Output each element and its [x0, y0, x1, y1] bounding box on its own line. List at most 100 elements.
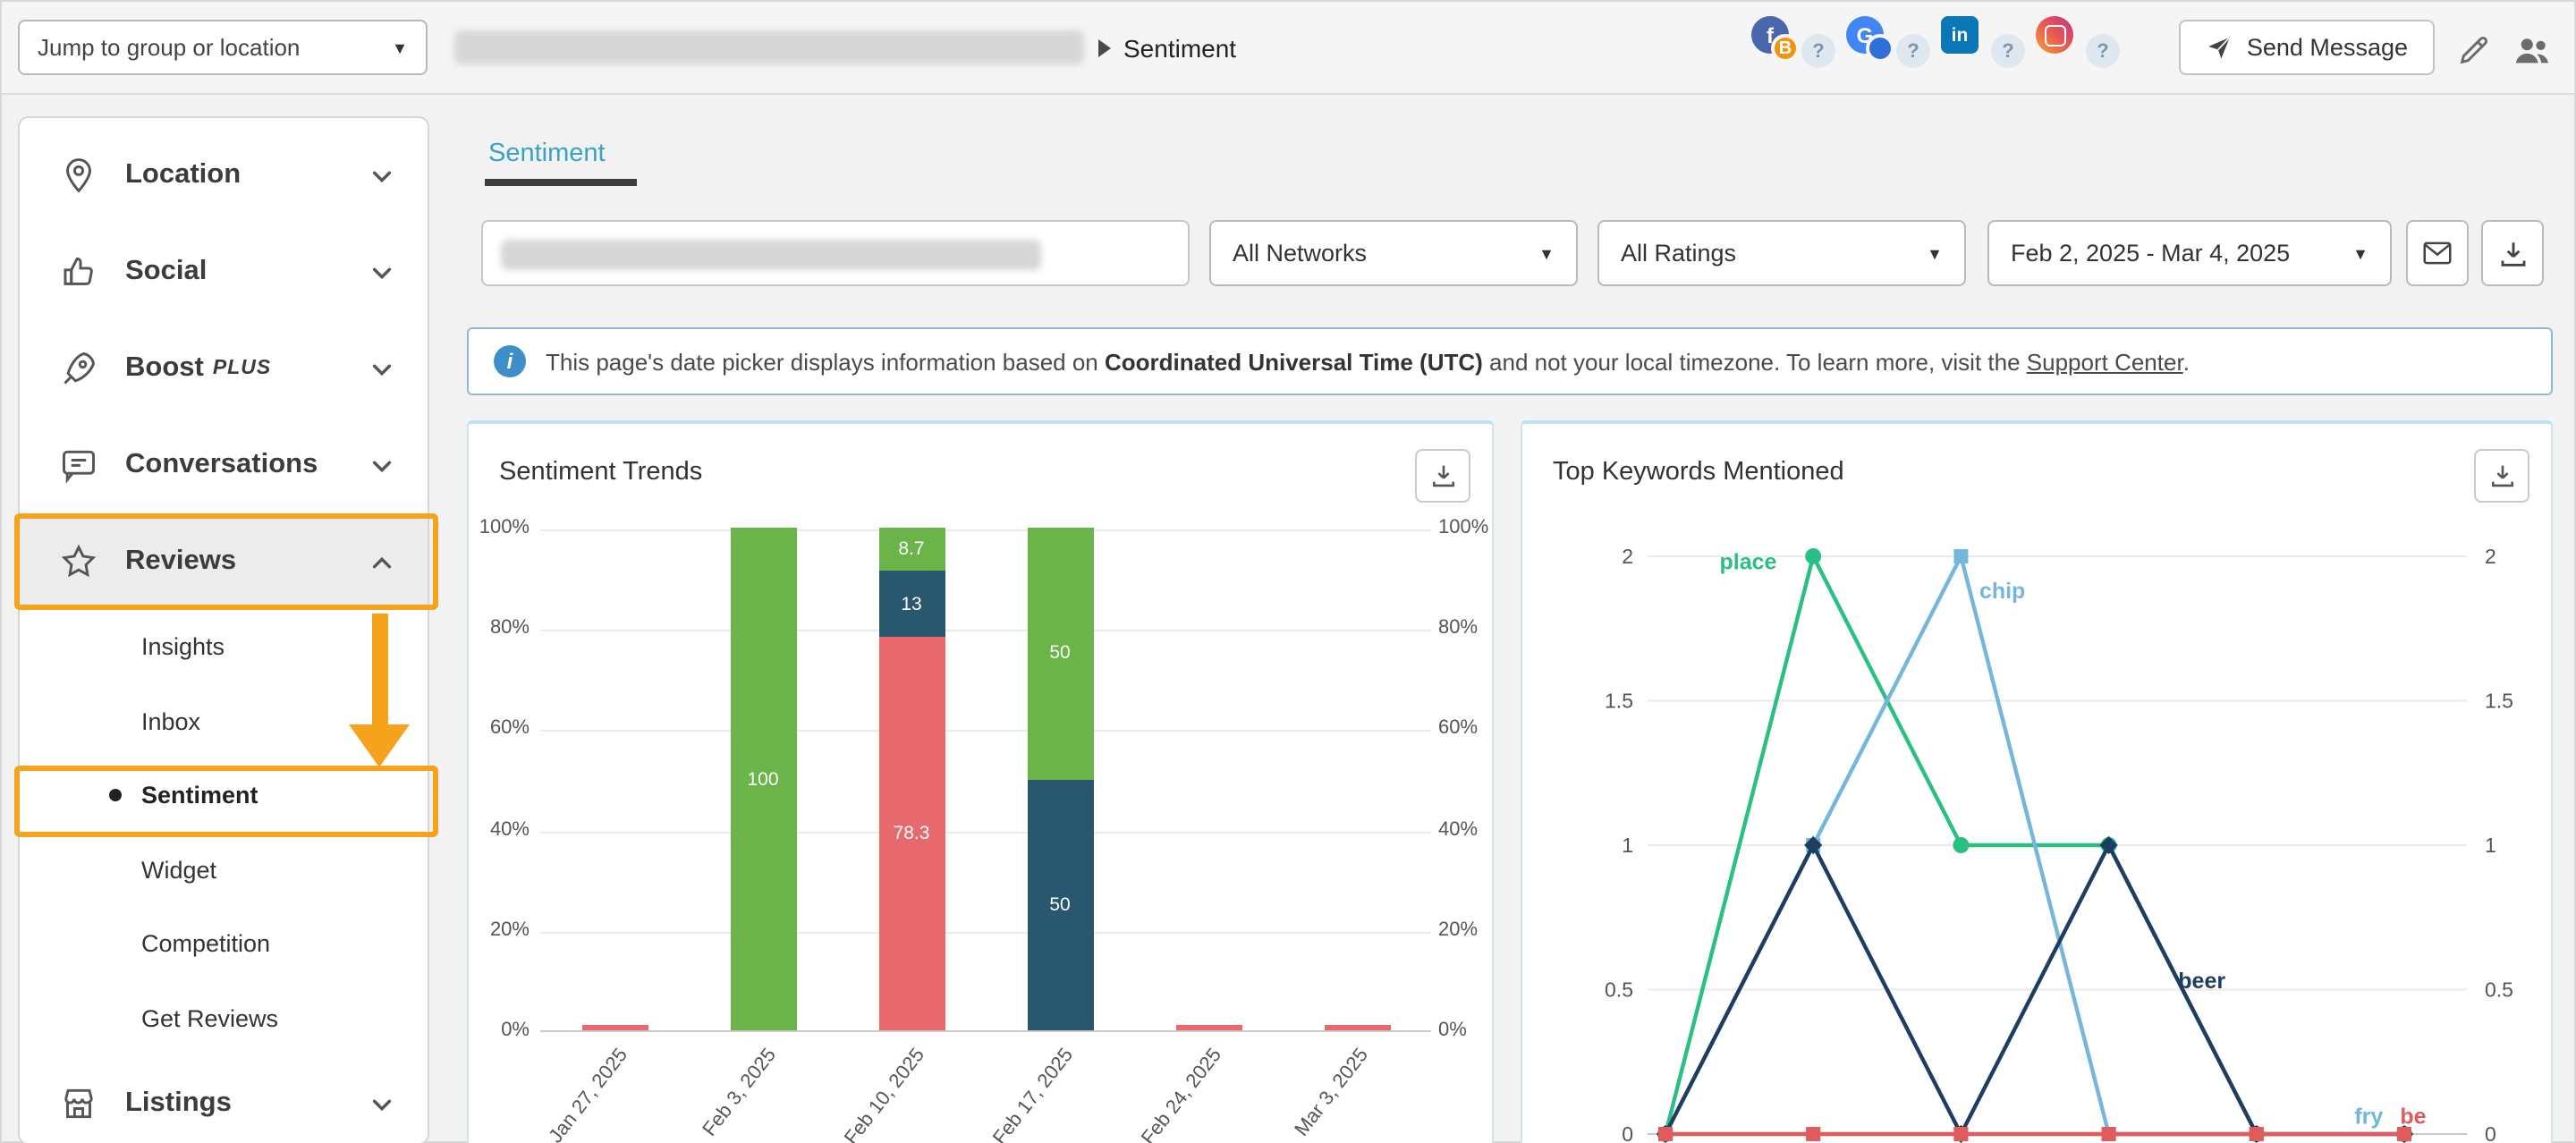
marker-beer — [2099, 836, 2117, 854]
google-icon[interactable]: G — [1846, 14, 1889, 79]
x-axis-tick: Jan 27, 2025 — [449, 1045, 631, 1143]
storefront-icon — [59, 1084, 98, 1123]
jump-to-group-select[interactable]: Jump to group or location ▼ — [18, 20, 428, 75]
download-report-button[interactable] — [2481, 220, 2544, 286]
top-keywords-plot: 000.50.5111.51.522placechipbeerfrybe — [1522, 524, 2555, 1143]
compose-pencil-icon[interactable] — [2453, 29, 2496, 72]
subitem-label: Competition — [141, 931, 270, 958]
date-range-value: Feb 2, 2025 - Mar 4, 2025 — [2011, 240, 2290, 267]
envelope-icon — [2420, 236, 2454, 270]
sentiment-trends-plot: 0%0%20%20%40%40%60%60%80%80%100%100%Jan … — [540, 529, 1431, 1032]
chat-bubble-icon — [59, 445, 98, 485]
sidebar-item-location[interactable]: Location — [20, 127, 428, 224]
y-axis-tick: 100% — [462, 517, 530, 538]
series-label-beer: beer — [2178, 969, 2225, 994]
y-axis-tick: 40% — [462, 818, 530, 840]
send-message-label: Send Message — [2247, 34, 2408, 61]
support-center-link[interactable]: Support Center — [2027, 348, 2183, 375]
google-location-icon — [1866, 34, 1894, 63]
marker-be — [2102, 1127, 2116, 1141]
sidebar-item-conversations[interactable]: Conversations — [20, 417, 428, 513]
gridline — [540, 831, 1431, 833]
linkedin-icon[interactable]: in — [1941, 14, 1984, 79]
marker-be — [1953, 1127, 1968, 1141]
sidebar-item-label: Reviews — [125, 546, 236, 578]
utc-notice-text: This page's date picker displays informa… — [546, 348, 2190, 375]
rating-filter-select[interactable]: All Ratings ▼ — [1597, 220, 1966, 286]
app-root: Jump to group or location ▼ Sentiment fB… — [0, 0, 2576, 1143]
sentiment-trends-card: Sentiment Trends 0%0%20%20%40%40%60%60%8… — [467, 420, 1494, 1143]
sidebar-subitem-get-reviews[interactable]: Get Reviews — [20, 981, 428, 1055]
help-icon[interactable]: ? — [2086, 14, 2123, 79]
series-label-be: be — [2400, 1105, 2426, 1130]
breadcrumb: Sentiment — [1098, 34, 1236, 63]
y-axis-tick: 40% — [1438, 818, 1506, 840]
sidebar-item-listings[interactable]: Listings — [20, 1055, 428, 1143]
thumbs-up-icon — [59, 252, 98, 292]
help-icon[interactable]: ? — [1801, 14, 1839, 79]
sidebar-menu: Location Social BoostPLUS Conversations Revi… — [20, 118, 428, 1143]
redacted-breadcrumb — [454, 30, 1084, 64]
y-axis-tick: 60% — [462, 718, 530, 740]
redacted-input-value — [501, 240, 1041, 270]
top-bar: Jump to group or location ▼ Sentiment fB… — [2, 2, 2574, 95]
bar-segment-neutral: 13 — [878, 572, 945, 637]
utc-notice-banner: i This page's date picker displays infor… — [467, 327, 2553, 395]
sidebar-subitem-sentiment[interactable]: Sentiment — [20, 758, 428, 833]
sidebar-subitem-insights[interactable]: Insights — [20, 610, 428, 684]
y-axis-tick: 80% — [1438, 617, 1506, 639]
download-chart-button[interactable] — [1415, 449, 1470, 503]
network-filter-select[interactable]: All Networks ▼ — [1209, 220, 1578, 286]
sidebar-item-label: Social — [125, 256, 207, 288]
bar-segment-negative — [581, 1025, 648, 1030]
download-chart-button[interactable] — [2474, 449, 2529, 503]
card-header: Sentiment Trends — [469, 424, 1492, 503]
y-axis-tick: 1 — [2485, 834, 2496, 857]
y-axis-tick: 1.5 — [2485, 690, 2513, 713]
card-title: Sentiment Trends — [499, 449, 702, 487]
subitem-label: Widget — [141, 857, 216, 884]
contacts-people-icon[interactable] — [2510, 29, 2553, 72]
location-search-input[interactable] — [481, 220, 1190, 286]
tab-active-underline — [485, 179, 637, 186]
gridline — [540, 630, 1431, 631]
sidebar-item-boost[interactable]: BoostPLUS — [20, 320, 428, 417]
help-glyph: ? — [2086, 34, 2120, 68]
y-axis-tick: 0% — [462, 1020, 530, 1041]
y-axis-tick: 0 — [2485, 1122, 2496, 1143]
bar-segment-negative: 78.3 — [878, 637, 945, 1030]
network-filter-value: All Networks — [1233, 240, 1367, 267]
help-icon[interactable]: ? — [1991, 14, 2029, 79]
help-glyph: ? — [1991, 34, 2025, 68]
chevron-up-icon — [369, 548, 395, 575]
breadcrumb-arrow-icon — [1098, 39, 1111, 57]
instagram-icon[interactable] — [2036, 14, 2079, 79]
sidebar-subitem-inbox[interactable]: Inbox — [20, 684, 428, 758]
help-icon[interactable]: ? — [1896, 14, 1934, 79]
facebook-icon[interactable]: fB — [1751, 14, 1794, 79]
subitem-label: Sentiment — [141, 783, 258, 809]
marker-be — [1658, 1127, 1673, 1141]
send-message-button[interactable]: Send Message — [2179, 20, 2435, 75]
subitem-label: Inbox — [141, 708, 200, 735]
tab-sentiment[interactable]: Sentiment — [488, 140, 606, 168]
caret-down-icon: ▼ — [2334, 244, 2368, 262]
date-range-select[interactable]: Feb 2, 2025 - Mar 4, 2025 ▼ — [1987, 220, 2392, 286]
gridline — [540, 529, 1431, 531]
marker-chip — [1953, 549, 1968, 563]
caret-down-icon: ▼ — [1909, 244, 1943, 262]
sidebar-subitem-competition[interactable]: Competition — [20, 907, 428, 981]
sidebar-item-social[interactable]: Social — [20, 224, 428, 320]
sidebar-item-label: Conversations — [125, 449, 318, 481]
linkedin-glyph: in — [1941, 16, 1979, 54]
chevron-down-icon — [369, 355, 395, 382]
sidebar-subitem-widget[interactable]: Widget — [20, 833, 428, 907]
bar-segment-negative — [1175, 1025, 1241, 1030]
email-report-button[interactable] — [2406, 220, 2469, 286]
sidebar-item-label: Listings — [125, 1088, 232, 1120]
gridline — [540, 932, 1431, 934]
sidebar-item-reviews[interactable]: Reviews — [20, 513, 428, 610]
download-icon — [2487, 461, 2516, 490]
rocket-icon — [59, 349, 98, 388]
y-axis-tick: 100% — [1438, 517, 1506, 538]
